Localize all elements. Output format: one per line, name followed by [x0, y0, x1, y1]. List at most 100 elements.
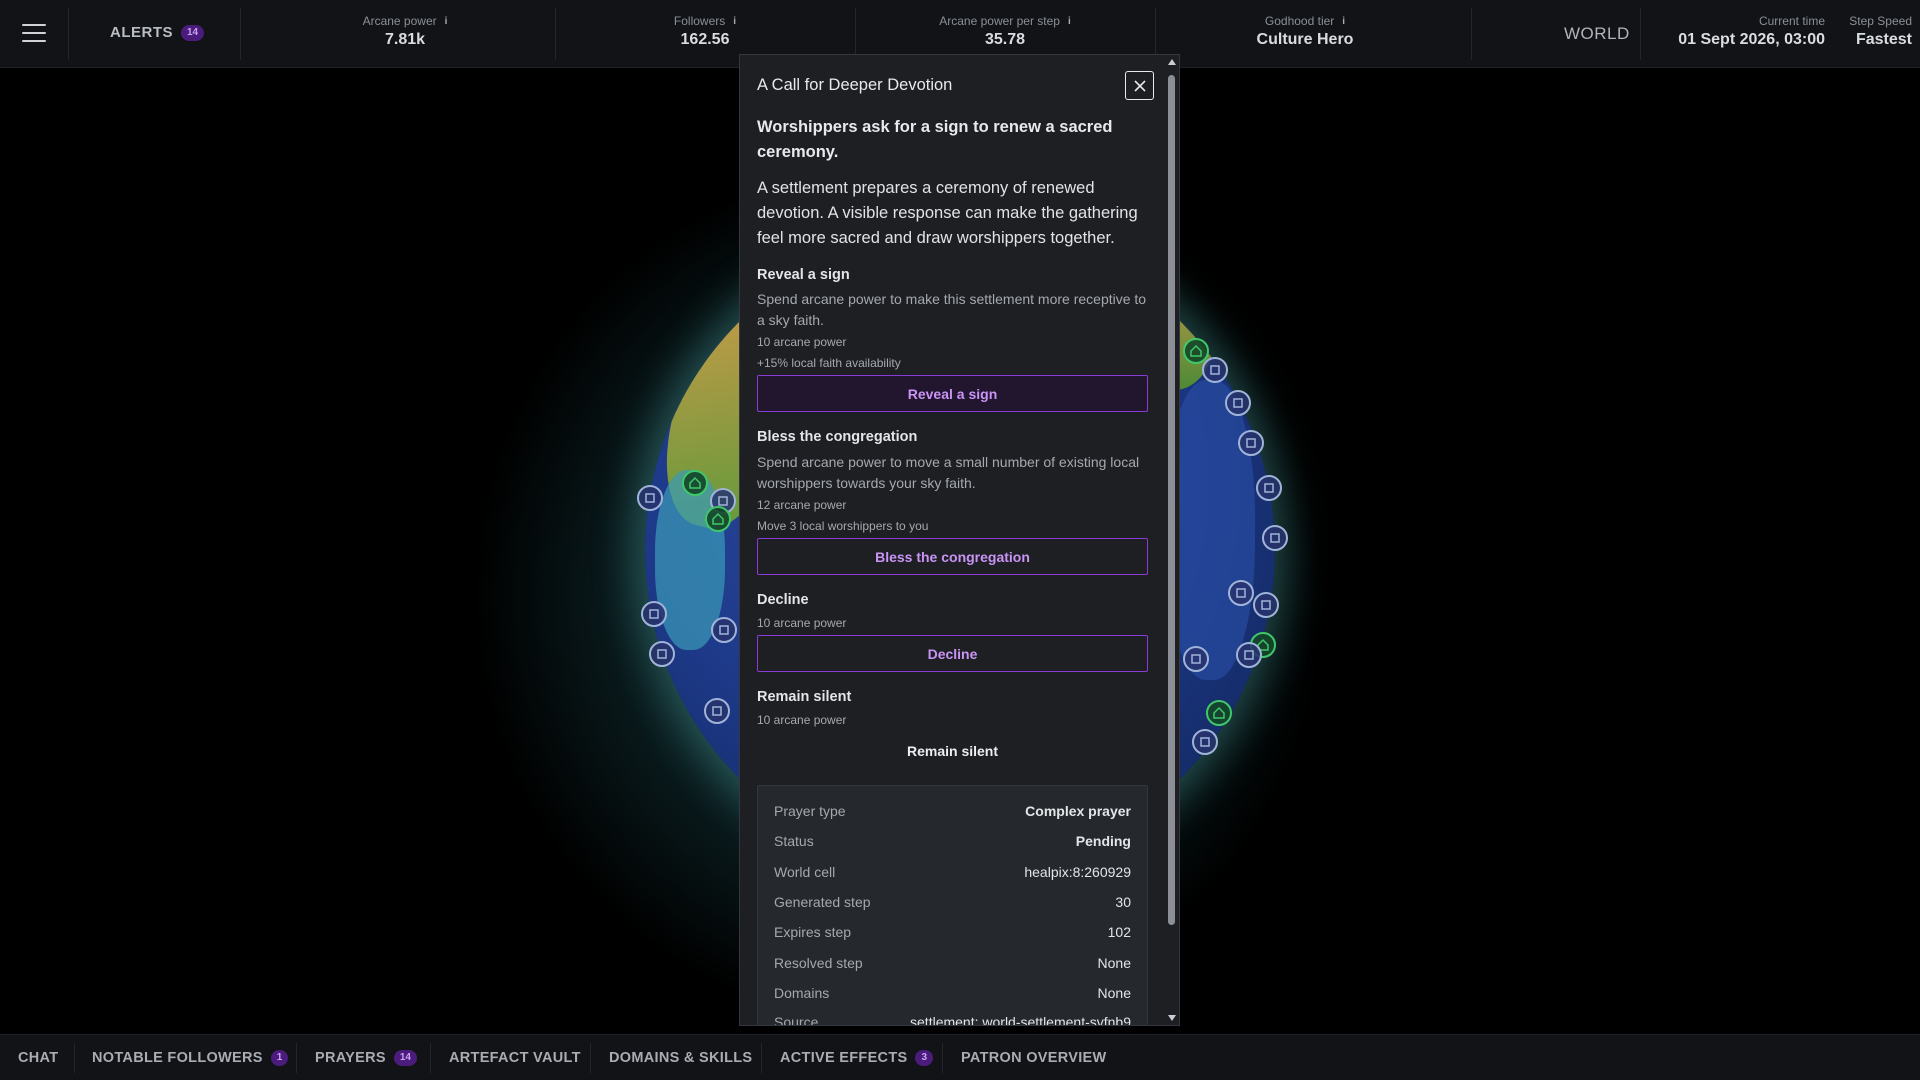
temple-marker-icon[interactable]	[1256, 475, 1282, 501]
scroll-up-icon[interactable]	[1168, 59, 1176, 65]
home-marker-icon[interactable]	[705, 506, 731, 532]
tab-notable-followers[interactable]: NOTABLE FOLLOWERS 1	[92, 1035, 289, 1080]
bless-congregation-button[interactable]: Bless the congregation	[757, 538, 1148, 575]
tab-chat[interactable]: CHAT	[18, 1035, 58, 1080]
prayer-headline: Worshippers ask for a sign to renew a sa…	[757, 118, 1113, 161]
stat-label: Arcane power	[362, 14, 437, 28]
detail-value: 30	[1115, 894, 1131, 910]
tab-count-badge: 1	[270, 1050, 289, 1066]
detail-row: Source settlement: world-settlement-svfnb…	[774, 1014, 1131, 1026]
close-icon[interactable]	[1125, 71, 1154, 100]
option-cost: 12 arcane power	[757, 498, 847, 512]
home-marker-icon[interactable]	[682, 470, 708, 496]
reveal-sign-button[interactable]: Reveal a sign	[757, 375, 1148, 412]
temple-marker-icon[interactable]	[1236, 642, 1262, 668]
temple-marker-icon[interactable]	[711, 617, 737, 643]
detail-value: settlement: world-settlement-svfnb9	[910, 1014, 1131, 1026]
temple-marker-icon[interactable]	[704, 698, 730, 724]
temple-marker-icon[interactable]	[1262, 525, 1288, 551]
alerts-label: ALERTS	[110, 24, 173, 41]
temple-marker-icon[interactable]	[1228, 580, 1254, 606]
decline-button[interactable]: Decline	[757, 635, 1148, 672]
tab-patron-overview[interactable]: PATRON OVERVIEW	[961, 1035, 1107, 1080]
info-icon[interactable]: i	[1342, 16, 1345, 27]
dialog-scrollbar[interactable]	[1164, 55, 1179, 1025]
prayer-dialog: A Call for Deeper Devotion Worshippers a…	[739, 54, 1180, 1026]
hamburger-menu-icon[interactable]	[22, 24, 46, 42]
divider	[68, 8, 69, 60]
home-marker-icon[interactable]	[1206, 700, 1232, 726]
temple-marker-icon[interactable]	[649, 641, 675, 667]
info-icon[interactable]: i	[1068, 16, 1071, 27]
scroll-thumb[interactable]	[1168, 75, 1175, 925]
temple-marker-icon[interactable]	[1192, 729, 1218, 755]
divider	[1640, 8, 1641, 60]
option-title: Reveal a sign	[757, 267, 850, 283]
detail-value: None	[1097, 955, 1131, 971]
divider	[590, 1043, 591, 1073]
stat-godhood-tier: Godhood tier i Culture Hero	[1225, 14, 1385, 49]
option-title: Bless the congregation	[757, 429, 918, 445]
temple-marker-icon[interactable]	[1253, 592, 1279, 618]
option-effect: Move 3 local worshippers to you	[757, 519, 929, 533]
temple-marker-icon[interactable]	[1238, 430, 1264, 456]
info-icon[interactable]: i	[733, 16, 736, 27]
divider	[855, 8, 856, 60]
step-speed-label: Step Speed	[1849, 14, 1912, 28]
detail-key: Prayer type	[774, 803, 846, 819]
tab-label: ARTEFACT VAULT	[449, 1050, 581, 1066]
remain-silent-button[interactable]: Remain silent	[757, 732, 1148, 769]
option-cost: 10 arcane power	[757, 335, 847, 349]
option-effect: +15% local faith availability	[757, 356, 901, 370]
divider	[430, 1043, 431, 1073]
current-time-value: 01 Sept 2026, 03:00	[1678, 31, 1825, 48]
scroll-down-icon[interactable]	[1168, 1015, 1176, 1021]
tab-artefact-vault[interactable]: ARTEFACT VAULT	[449, 1035, 581, 1080]
tab-label: PRAYERS	[315, 1050, 386, 1066]
detail-key: Domains	[774, 985, 830, 1001]
step-speed[interactable]: Step Speed Fastest	[1840, 14, 1912, 49]
detail-value: Complex prayer	[1025, 803, 1131, 819]
divider	[555, 8, 556, 60]
detail-key: Generated step	[774, 894, 871, 910]
temple-marker-icon[interactable]	[641, 601, 667, 627]
detail-row: World cell healpix:8:260929	[774, 864, 1131, 880]
alerts-button[interactable]: ALERTS 14	[110, 24, 205, 41]
tab-prayers[interactable]: PRAYERS 14	[315, 1035, 417, 1080]
divider	[74, 1043, 75, 1073]
stat-followers: Followers i 162.56	[630, 14, 780, 49]
detail-key: Source	[774, 1014, 819, 1026]
bottom-bar: CHAT NOTABLE FOLLOWERS 1 PRAYERS 14 ARTEFA…	[0, 1034, 1920, 1080]
detail-value: None	[1097, 985, 1131, 1001]
tab-active-effects[interactable]: ACTIVE EFFECTS 3	[780, 1035, 934, 1080]
divider	[296, 1043, 297, 1073]
tab-domains-skills[interactable]: DOMAINS & SKILLS	[609, 1035, 752, 1080]
world-view-button[interactable]: WORLD	[1564, 24, 1630, 44]
detail-row: Resolved step None	[774, 955, 1131, 971]
detail-key: Expires step	[774, 924, 852, 940]
detail-value: Pending	[1075, 833, 1131, 849]
detail-row: Expires step 102	[774, 924, 1131, 940]
stat-arcane-power: Arcane power i 7.81k	[330, 14, 480, 49]
divider	[761, 1043, 762, 1073]
info-icon[interactable]: i	[445, 16, 448, 27]
dialog-title: A Call for Deeper Devotion	[757, 76, 953, 94]
detail-row: Generated step 30	[774, 894, 1131, 910]
tab-label: ACTIVE EFFECTS	[780, 1050, 908, 1066]
temple-marker-icon[interactable]	[1225, 390, 1251, 416]
detail-row: Status Pending	[774, 833, 1131, 849]
temple-marker-icon[interactable]	[1183, 646, 1209, 672]
temple-marker-icon[interactable]	[637, 485, 663, 511]
tab-count-badge: 3	[915, 1050, 934, 1066]
option-cost: 10 arcane power	[757, 616, 847, 630]
temple-marker-icon[interactable]	[1202, 357, 1228, 383]
stat-label: Followers	[673, 14, 726, 28]
current-time: Current time 01 Sept 2026, 03:00	[1655, 14, 1825, 49]
prayer-details-panel: Prayer type Complex prayer Status Pending …	[757, 785, 1148, 1026]
option-cost: 10 arcane power	[757, 713, 847, 727]
detail-key: World cell	[774, 864, 836, 880]
prayer-description: A settlement prepares a ceremony of rene…	[757, 179, 1138, 247]
divider	[1471, 8, 1472, 60]
step-speed-value[interactable]: Fastest	[1840, 31, 1912, 49]
current-time-label: Current time	[1758, 14, 1825, 28]
